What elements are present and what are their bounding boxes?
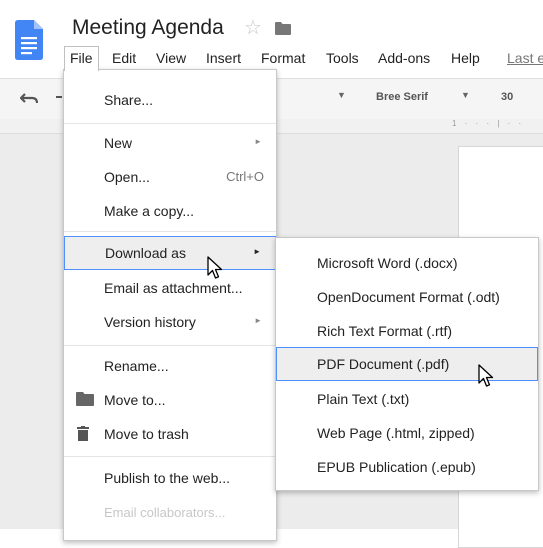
app-header: Meeting Agenda ☆ File Edit View Insert F… <box>0 0 543 74</box>
download-pdf[interactable]: PDF Document (.pdf) <box>276 347 538 381</box>
font-size-select[interactable]: 30 <box>501 91 513 103</box>
menu-open-label: Open... <box>104 169 150 185</box>
download-txt-label: Plain Text (.txt) <box>317 391 410 407</box>
menu-edit[interactable]: Edit <box>107 46 141 70</box>
menu-open[interactable]: Open... Ctrl+O <box>64 161 276 193</box>
menu-share-label: Share... <box>104 92 154 108</box>
font-dropdown-caret[interactable]: ▼ <box>461 90 470 100</box>
undo-icon[interactable] <box>19 92 39 110</box>
menu-publish[interactable]: Publish to the web... <box>64 462 276 494</box>
menu-move-to-trash-label: Move to trash <box>104 426 189 442</box>
font-name-select[interactable]: Bree Serif <box>376 91 428 103</box>
download-html-label: Web Page (.html, zipped) <box>317 425 475 441</box>
download-odt[interactable]: OpenDocument Format (.odt) <box>276 280 538 314</box>
menu-version-history[interactable]: Version history ► <box>64 306 276 338</box>
download-pdf-label: PDF Document (.pdf) <box>317 356 450 372</box>
download-docx-label: Microsoft Word (.docx) <box>317 255 458 271</box>
menu-download-as[interactable]: Download as ► <box>64 236 276 270</box>
download-docx[interactable]: Microsoft Word (.docx) <box>276 246 538 280</box>
divider <box>64 345 276 346</box>
menu-view[interactable]: View <box>151 46 191 70</box>
menu-move-to-trash[interactable]: Move to trash <box>64 418 276 450</box>
document-title[interactable]: Meeting Agenda <box>72 16 224 40</box>
download-rtf[interactable]: Rich Text Format (.rtf) <box>276 314 538 348</box>
download-submenu: Microsoft Word (.docx) OpenDocument Form… <box>275 237 539 491</box>
download-epub[interactable]: EPUB Publication (.epub) <box>276 450 538 484</box>
ruler-marks: 1 · · · | · · <box>452 119 525 128</box>
chevron-right-icon: ► <box>254 316 262 325</box>
menu-format[interactable]: Format <box>256 46 310 70</box>
mouse-cursor-icon <box>207 256 223 285</box>
menu-email-collaborators-label: Email collaborators... <box>104 505 226 520</box>
menu-insert[interactable]: Insert <box>201 46 246 70</box>
menu-addons[interactable]: Add-ons <box>373 46 435 70</box>
menu-new-label: New <box>104 135 133 151</box>
menu-tools[interactable]: Tools <box>321 46 364 70</box>
menu-make-copy-label: Make a copy... <box>104 203 195 219</box>
download-epub-label: EPUB Publication (.epub) <box>317 459 476 475</box>
divider <box>64 231 276 232</box>
file-menu: Share... New ► Open... Ctrl+O Make a cop… <box>63 69 277 541</box>
menu-version-history-label: Version history <box>104 314 196 330</box>
style-dropdown-caret[interactable]: ▼ <box>337 90 346 100</box>
menu-file[interactable]: File <box>64 46 99 71</box>
folder-move-icon <box>76 392 94 409</box>
menu-download-as-label: Download as <box>105 245 186 261</box>
menu-rename-label: Rename... <box>104 358 169 374</box>
last-edit-link[interactable]: Last e <box>502 46 543 70</box>
folder-icon[interactable] <box>275 22 291 40</box>
menu-move-to[interactable]: Move to... <box>64 384 276 416</box>
menu-new[interactable]: New ► <box>64 127 276 159</box>
divider <box>64 123 276 124</box>
menu-help[interactable]: Help <box>446 46 485 70</box>
download-html[interactable]: Web Page (.html, zipped) <box>276 416 538 450</box>
chevron-right-icon: ► <box>254 137 262 146</box>
menu-email-collaborators[interactable]: Email collaborators... <box>64 497 276 529</box>
mouse-cursor-icon <box>478 364 494 393</box>
star-icon[interactable]: ☆ <box>244 18 262 38</box>
menu-share[interactable]: Share... <box>64 84 276 116</box>
menu-publish-label: Publish to the web... <box>104 470 231 486</box>
divider <box>64 456 276 457</box>
open-shortcut: Ctrl+O <box>226 169 264 184</box>
menu-rename[interactable]: Rename... <box>64 350 276 382</box>
download-txt[interactable]: Plain Text (.txt) <box>276 382 538 416</box>
download-odt-label: OpenDocument Format (.odt) <box>317 289 500 305</box>
menu-email-attachment[interactable]: Email as attachment... <box>64 272 276 304</box>
download-rtf-label: Rich Text Format (.rtf) <box>317 323 453 339</box>
menu-make-copy[interactable]: Make a copy... <box>64 195 276 227</box>
chevron-right-icon: ► <box>253 247 261 256</box>
trash-icon <box>77 426 89 444</box>
docs-logo-icon[interactable] <box>15 20 43 60</box>
menu-move-to-label: Move to... <box>104 392 166 408</box>
